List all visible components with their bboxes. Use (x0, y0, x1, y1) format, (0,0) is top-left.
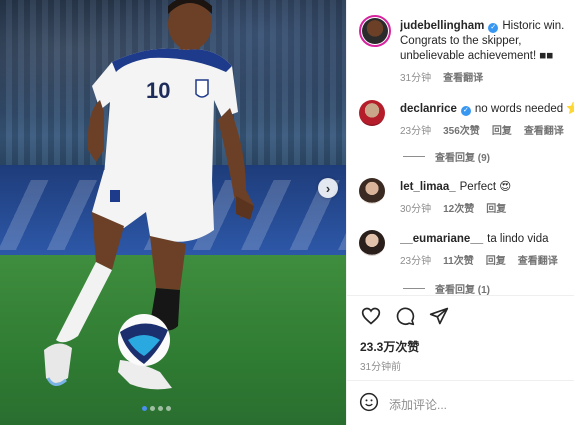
avatar[interactable] (359, 178, 385, 204)
action-bar (361, 306, 449, 326)
comment-item: __eumariane__ ta lindo vida 23分钟 11次赞 回复 查看翻… (359, 230, 574, 270)
divider (347, 380, 574, 381)
avatar[interactable] (359, 15, 391, 47)
translate-link[interactable]: 查看翻译 (518, 256, 558, 267)
reply-button[interactable]: 回复 (486, 256, 506, 267)
comment-likes[interactable]: 356次赞 (443, 126, 480, 137)
carousel-dot[interactable] (142, 406, 147, 411)
carousel-dot[interactable] (150, 406, 155, 411)
comment-time: 30分钟 (400, 204, 432, 215)
comment-username[interactable]: __eumariane__ (400, 233, 483, 245)
football-player-photo: 10 (44, 0, 254, 390)
post-caption: judebellingham ✓ Historic win. Congrats to… (359, 15, 574, 87)
comment-username[interactable]: declanrice (400, 103, 457, 115)
comment-time: 23分钟 (400, 256, 432, 267)
post-photo: 10 › (0, 0, 346, 425)
view-replies-label: 查看回复 (1) (435, 285, 490, 296)
heart-icon[interactable] (361, 306, 381, 326)
comment-input[interactable] (389, 397, 549, 412)
caption-text: Congrats to the skipper, (400, 35, 522, 47)
comment-likes[interactable]: 11次赞 (443, 256, 474, 267)
post-time: 31分钟前 (360, 362, 402, 373)
caption-username[interactable]: judebellingham (400, 20, 484, 32)
comments-panel: judebellingham ✓ Historic win. Congrats to… (346, 0, 574, 425)
emoji-icon[interactable] (359, 392, 379, 417)
caption-text: Historic win. (502, 20, 565, 32)
send-icon[interactable] (429, 306, 449, 326)
comment-likes[interactable]: 12次赞 (443, 204, 474, 215)
carousel-dot[interactable] (158, 406, 163, 411)
verified-badge-icon: ✓ (488, 23, 499, 33)
chevron-right-icon: › (325, 180, 331, 196)
shirt-number: 10 (146, 78, 170, 103)
caption-text: unbelievable achievement! ■■ (400, 50, 554, 62)
carousel-dot[interactable] (166, 406, 171, 411)
caption-time: 31分钟 (400, 73, 432, 84)
comment-item: let_limaa_ Perfect 😍 30分钟 12次赞 回复 (359, 178, 574, 218)
view-replies-label: 查看回复 (9) (435, 153, 490, 164)
view-replies-button[interactable]: 查看回复 (9) (403, 149, 490, 164)
divider (347, 295, 574, 296)
next-photo-button[interactable]: › (318, 178, 338, 198)
translate-link[interactable]: 查看翻译 (443, 73, 483, 84)
comment-time: 23分钟 (400, 126, 432, 137)
reply-button[interactable]: 回复 (486, 204, 506, 215)
view-replies-button[interactable]: 查看回复 (1) (403, 281, 490, 296)
comment-item: declanrice ✓ no words needed ⭐ 23分钟 356次赞 回复… (359, 100, 574, 140)
comment-text: Perfect 😍 (459, 181, 512, 193)
comment-username[interactable]: let_limaa_ (400, 181, 456, 193)
comment-text: ta lindo vida (487, 233, 549, 245)
avatar[interactable] (359, 230, 385, 256)
comment-text: no words needed ⭐ (474, 103, 574, 115)
translate-link[interactable]: 查看翻译 (524, 126, 564, 137)
avatar[interactable] (359, 100, 385, 126)
comment-icon[interactable] (395, 306, 415, 326)
reply-button[interactable]: 回复 (492, 126, 512, 137)
carousel-dots (142, 406, 171, 411)
verified-badge-icon: ✓ (460, 106, 471, 116)
add-comment-bar (359, 392, 549, 417)
likes-count[interactable]: 23.3万次赞 (360, 338, 419, 355)
